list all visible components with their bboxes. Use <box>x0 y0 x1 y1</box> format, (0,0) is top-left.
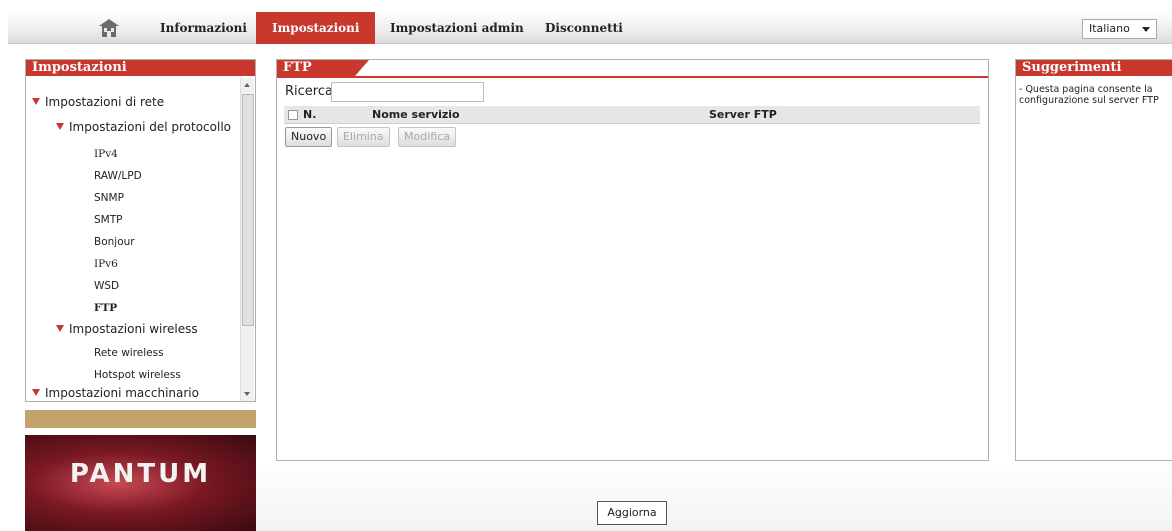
scroll-up-icon[interactable] <box>244 83 250 87</box>
tree-item-machine[interactable]: Impostazioni macchinario <box>32 386 199 400</box>
sidebar-banner-strip <box>25 410 256 428</box>
tree-leaf-wireless-hotspot[interactable]: Hotspot wireless <box>94 369 181 381</box>
ftp-panel: FTP Ricerca N. Nome servizio Server FTP … <box>276 59 989 461</box>
brand-logo: PANTUM <box>25 435 256 531</box>
tips-text: - Questa pagina consente la configurazio… <box>1019 84 1159 106</box>
nav-informazioni[interactable]: Informazioni <box>160 12 247 44</box>
tree-leaf-wsd[interactable]: WSD <box>94 280 119 292</box>
new-button[interactable]: Nuovo <box>285 127 333 147</box>
logo-text: PANTUM <box>69 459 212 489</box>
tree-item-network-label: Impostazioni di rete <box>45 95 165 109</box>
ftp-panel-title: FTP <box>277 60 369 76</box>
tree-leaf-ipv6[interactable]: IPv6 <box>94 258 118 270</box>
edit-button[interactable]: Modifica <box>398 127 456 147</box>
tips-title: Suggerimenti <box>1016 60 1172 76</box>
nav-impostazioni-admin[interactable]: Impostazioni admin <box>390 12 524 44</box>
tree-item-network[interactable]: Impostazioni di rete <box>32 95 164 109</box>
nav-impostazioni[interactable]: Impostazioni <box>256 12 376 44</box>
column-header-number: N. <box>303 108 317 121</box>
top-nav-bar: Informazioni Impostazioni Impostazioni a… <box>8 12 1172 44</box>
expand-triangle-icon <box>56 123 64 130</box>
select-all-checkbox[interactable] <box>288 110 298 120</box>
expand-triangle-icon <box>32 389 40 396</box>
panel-header-rule <box>277 76 988 78</box>
tree-item-machine-label: Impostazioni macchinario <box>45 386 199 400</box>
chevron-down-icon <box>1142 27 1150 32</box>
nav-disconnetti[interactable]: Disconnetti <box>545 12 623 44</box>
footer-area <box>256 461 1172 531</box>
language-select[interactable]: Italiano <box>1082 19 1157 39</box>
tree-item-protocol[interactable]: Impostazioni del protocollo <box>56 120 231 134</box>
tips-panel: Suggerimenti - Questa pagina consente la… <box>1015 59 1172 461</box>
sidebar-scrollbar[interactable] <box>240 78 254 401</box>
column-header-ftp-server: Server FTP <box>709 108 777 121</box>
tree-item-wireless-label: Impostazioni wireless <box>69 322 198 336</box>
search-input[interactable] <box>331 82 484 102</box>
tree-leaf-raw-lpd[interactable]: RAW/LPD <box>94 170 142 182</box>
expand-triangle-icon <box>56 325 64 332</box>
column-header-service-name: Nome servizio <box>372 108 460 121</box>
expand-triangle-icon <box>32 98 40 105</box>
sidebar-title: Impostazioni <box>26 60 255 76</box>
delete-button[interactable]: Elimina <box>337 127 390 147</box>
scroll-down-icon[interactable] <box>244 392 250 396</box>
settings-tree: Impostazioni di rete Impostazioni del pr… <box>26 80 240 400</box>
tree-leaf-ipv4[interactable]: IPv4 <box>94 148 118 160</box>
tree-item-protocol-label: Impostazioni del protocollo <box>69 120 231 134</box>
tree-leaf-bonjour[interactable]: Bonjour <box>94 236 135 248</box>
search-label: Ricerca <box>285 84 333 99</box>
tree-leaf-wireless-network[interactable]: Rete wireless <box>94 347 164 359</box>
tree-item-wireless[interactable]: Impostazioni wireless <box>56 322 198 336</box>
tree-leaf-smtp[interactable]: SMTP <box>94 214 122 226</box>
tree-leaf-ftp[interactable]: FTP <box>94 302 117 314</box>
language-value: Italiano <box>1089 22 1130 35</box>
scroll-thumb[interactable] <box>242 94 254 326</box>
tree-leaf-snmp[interactable]: SNMP <box>94 192 124 204</box>
sidebar-panel: Impostazioni Impostazioni di rete Impost… <box>25 59 256 402</box>
table-header: N. Nome servizio Server FTP <box>284 106 980 124</box>
home-icon[interactable] <box>98 18 120 38</box>
refresh-button[interactable]: Aggiorna <box>597 501 667 525</box>
